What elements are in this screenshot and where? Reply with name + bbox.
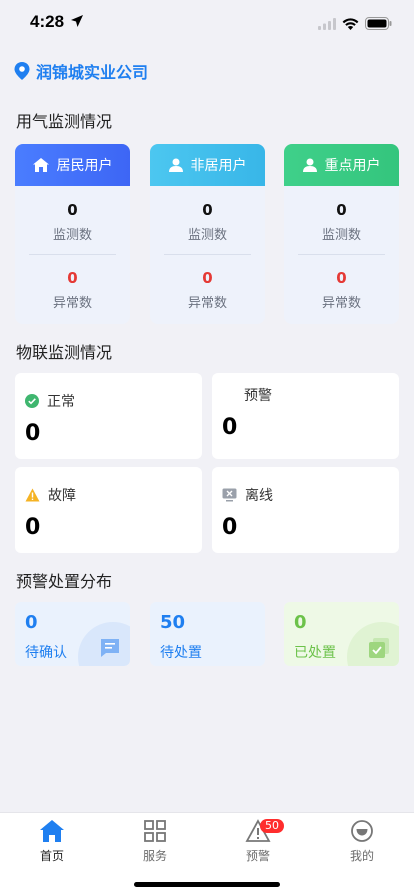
iot-value: 0 xyxy=(222,415,238,440)
iot-label: 预警 xyxy=(244,388,272,404)
company-selector[interactable]: 润锦城实业公司 xyxy=(14,59,148,83)
home-icon xyxy=(40,820,64,842)
smile-icon xyxy=(351,820,373,842)
warn-label: 待确认 xyxy=(25,645,67,661)
tab-service[interactable]: 服务 xyxy=(105,817,205,864)
warning-badge: 50 xyxy=(260,819,284,833)
company-name: 润锦城实业公司 xyxy=(36,63,149,82)
gas-card-header: 非居用户 xyxy=(150,144,265,186)
warning-icon xyxy=(25,488,40,502)
abnormal-label: 异常数 xyxy=(321,296,361,311)
warning-section-title: 预警处置分布 xyxy=(16,572,113,591)
warn-value: 0 xyxy=(294,612,307,633)
wifi-icon xyxy=(342,15,359,34)
user-icon xyxy=(168,158,183,172)
tab-label: 我的 xyxy=(349,849,374,863)
tab-mine[interactable]: 我的 xyxy=(312,817,412,864)
tab-warning[interactable]: 50 预警 xyxy=(208,817,308,864)
iot-card-offline[interactable]: 离线 0 xyxy=(212,467,399,553)
monitor-label: 监测数 xyxy=(187,228,227,243)
chat-icon xyxy=(101,639,119,657)
check-box-icon xyxy=(369,638,389,658)
warn-card-handled[interactable]: 0 已处置 xyxy=(284,602,399,666)
gas-card-resident[interactable]: 居民用户 0 监测数 0 异常数 xyxy=(15,144,130,324)
iot-label: 正常 xyxy=(47,394,75,410)
gas-card-title: 居民用户 xyxy=(56,158,113,174)
tab-label: 预警 xyxy=(245,849,270,863)
tab-label: 首页 xyxy=(39,849,64,863)
monitor-value: 0 xyxy=(202,201,213,219)
iot-value: 0 xyxy=(222,515,238,540)
warn-card-pending-confirm[interactable]: 0 待确认 xyxy=(15,602,130,666)
iot-card-warning[interactable]: 预警 0 xyxy=(212,373,399,459)
check-circle-icon xyxy=(25,394,39,408)
warn-label: 已处置 xyxy=(294,645,336,661)
status-indicators xyxy=(318,15,392,34)
abnormal-value: 0 xyxy=(336,269,347,287)
grid-icon xyxy=(144,820,166,842)
monitor-label: 监测数 xyxy=(321,228,361,243)
abnormal-value: 0 xyxy=(202,269,213,287)
offline-icon xyxy=(222,488,237,502)
warn-label: 待处置 xyxy=(160,645,202,661)
iot-value: 0 xyxy=(25,515,41,540)
iot-card-fault[interactable]: 故障 0 xyxy=(15,467,202,553)
divider xyxy=(164,254,251,255)
home-indicator xyxy=(134,882,280,887)
tab-home[interactable]: 首页 xyxy=(2,817,102,864)
iot-card-normal[interactable]: 正常 0 xyxy=(15,373,202,459)
status-bar: 4:28 xyxy=(0,0,414,44)
signal-icon xyxy=(318,15,336,34)
iot-section-title: 物联监测情况 xyxy=(16,343,113,362)
user-icon xyxy=(302,158,317,172)
monitor-value: 0 xyxy=(336,201,347,219)
monitor-label: 监测数 xyxy=(52,228,92,243)
divider xyxy=(298,254,385,255)
divider xyxy=(29,254,116,255)
gas-section-title: 用气监测情况 xyxy=(16,112,113,131)
home-icon xyxy=(32,158,49,172)
abnormal-label: 异常数 xyxy=(187,296,227,311)
warn-card-pending-handle[interactable]: 50 待处置 xyxy=(150,602,265,666)
gas-card-nonresident[interactable]: 非居用户 0 监测数 0 异常数 xyxy=(150,144,265,324)
location-arrow-icon xyxy=(71,15,83,27)
warn-value: 0 xyxy=(25,612,38,633)
abnormal-value: 0 xyxy=(67,269,78,287)
warn-value: 50 xyxy=(160,612,186,633)
gas-card-header: 重点用户 xyxy=(284,144,399,186)
gas-card-title: 重点用户 xyxy=(324,158,381,174)
iot-value: 0 xyxy=(25,421,41,446)
gas-card-header: 居民用户 xyxy=(15,144,130,186)
monitor-value: 0 xyxy=(67,201,78,219)
iot-label: 离线 xyxy=(245,488,273,504)
abnormal-label: 异常数 xyxy=(52,296,92,311)
tab-label: 服务 xyxy=(142,849,167,863)
gas-card-title: 非居用户 xyxy=(190,158,247,174)
gas-card-key[interactable]: 重点用户 0 监测数 0 异常数 xyxy=(284,144,399,324)
location-pin-icon xyxy=(14,62,30,80)
status-time: 4:28 xyxy=(30,12,65,31)
iot-label: 故障 xyxy=(48,488,76,504)
battery-icon xyxy=(365,15,392,34)
